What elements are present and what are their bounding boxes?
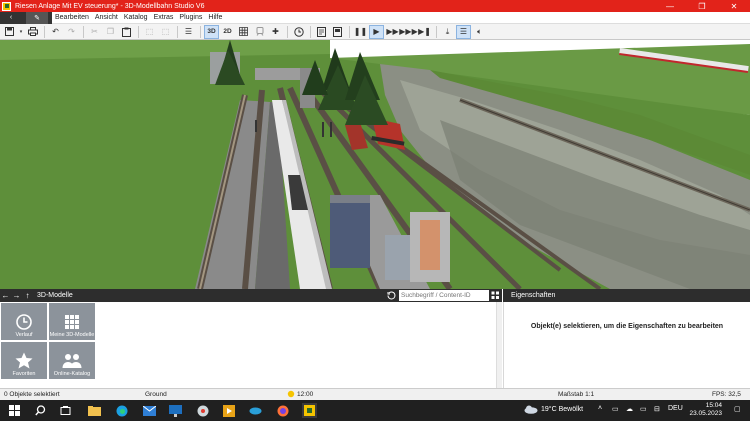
file-explorer-icon[interactable] [87,403,102,418]
train-icon[interactable] [252,25,267,39]
edit-mode-button[interactable]: ✎ [26,11,48,24]
tile-online-katalog[interactable]: Online-Katalog [49,342,95,379]
catalog-scrollbar[interactable] [496,302,502,388]
ungroup-icon[interactable]: ⬚ [158,25,173,39]
status-scale: Maßstab 1:1 [558,391,595,398]
tray-language[interactable]: DEU [668,405,683,412]
document-icon[interactable] [330,25,345,39]
add-icon[interactable]: ✚ [268,25,283,39]
status-layer: Ground [145,391,167,398]
minimize-button[interactable]: — [654,0,686,12]
properties-header: Eigenschaften [503,289,750,302]
tile-favoriten[interactable]: Favoriten [1,342,47,379]
task-view-icon[interactable] [58,403,73,418]
monitor-app-icon[interactable] [168,403,183,418]
fastest-forward-icon[interactable]: ▶▶▶ [399,25,417,39]
tray-network-icon[interactable]: ⊟ [654,405,660,413]
modellbahn-studio-taskbar-icon[interactable] [302,403,317,418]
media-app-icon[interactable] [195,403,210,418]
group-icon[interactable]: ⬚ [142,25,157,39]
undo-icon[interactable]: ↶ [48,25,63,39]
mail-icon[interactable] [142,403,157,418]
firefox-icon[interactable] [275,403,290,418]
tray-camera-icon[interactable]: ▭ [612,405,619,413]
play-icon[interactable]: ▶ [369,24,384,39]
clock-icon [16,314,32,330]
notification-icon[interactable]: ▢ [734,405,741,413]
menu-hilfe[interactable]: Hilfe [205,14,225,21]
pause-icon[interactable]: ❚❚ [353,25,368,39]
windows-taskbar: 19°C Bewölkt ˄ ▭ ☁ ▭ ⊟ DEU 15:04 23.05.2… [0,400,750,421]
save-dropdown-icon[interactable]: ▾ [18,25,24,39]
tile-meine-3d-modelle[interactable]: Meine 3D-Modelle [49,303,95,340]
menu-plugins[interactable]: Plugins [176,14,205,21]
menu-ansicht[interactable]: Ansicht [92,14,121,21]
save-icon[interactable] [2,25,17,39]
tray-chevron-icon[interactable]: ˄ [598,405,602,412]
speaker-icon[interactable]: 🔈︎ [472,25,487,39]
search-icon[interactable] [33,403,48,418]
clock-icon[interactable] [291,25,306,39]
menubar: ‹ ✎ Bearbeiten Ansicht Katalog Extras Pl… [0,11,750,24]
properties-hint: Objekt(e) selektieren, um die Eigenschaf… [530,323,724,330]
copy-icon[interactable]: ❐ [103,25,118,39]
people-icon [62,354,82,368]
tray-cloud-icon[interactable]: ☁ [626,405,633,413]
fast-forward-icon[interactable]: ▶▶ [385,25,400,39]
step-forward-icon[interactable]: ▶❚ [417,25,432,39]
3d-scene [0,40,750,289]
close-button[interactable]: ✕ [718,0,750,12]
properties-panel: Objekt(e) selektieren, um die Eigenschaf… [503,302,750,388]
windows-start-icon[interactable] [7,403,22,418]
catalog-back-icon[interactable]: ← [0,291,11,300]
cut-icon[interactable]: ✂ [87,25,102,39]
edge-browser-icon[interactable] [114,403,129,418]
star-icon [15,352,33,369]
catalog-up-icon[interactable]: ↑ [22,291,33,300]
cloud-icon [524,405,538,414]
search-clear-icon[interactable] [387,291,396,300]
window-titlebar: Riesen Anlage Mit EV steuerung* - 3D-Mod… [0,0,750,12]
catalog-title: 3D-Modelle [37,292,73,299]
download-icon[interactable]: ⤓ [440,25,455,39]
grid-icon [65,315,79,329]
view-toggle-icon[interactable] [491,291,500,300]
paste-icon[interactable] [119,25,134,39]
list-icon[interactable]: ☰ [181,25,196,39]
status-time: 12:00 [297,391,314,398]
restore-button[interactable]: ❐ [686,0,718,12]
back-button[interactable]: ‹ [0,11,22,24]
taskbar-clock[interactable]: 15:04 23.05.2023 [688,402,722,418]
status-fps: FPS: 32,5 [712,391,741,398]
sun-icon [287,390,295,400]
grid-icon[interactable] [236,25,251,39]
status-selection: 0 Objekte selektiert [4,391,60,398]
3d-viewport[interactable] [0,40,750,289]
catalog-forward-icon[interactable]: → [11,291,22,300]
script-icon[interactable] [314,25,329,39]
tile-verlauf[interactable]: Verlauf [1,303,47,340]
window-title: Riesen Anlage Mit EV steuerung* - 3D-Mod… [15,2,205,10]
track-layer-icon[interactable]: ☰ [456,24,471,39]
menu-extras[interactable]: Extras [151,14,177,21]
video-app-icon[interactable] [221,403,236,418]
search-input[interactable] [399,290,489,301]
weather-widget[interactable]: 19°C Bewölkt [524,405,583,414]
menu-katalog[interactable]: Katalog [121,14,151,21]
redo-icon[interactable]: ↷ [64,25,79,39]
app-logo-icon [2,1,11,11]
tray-battery-icon[interactable]: ▭ [640,405,647,413]
catalog-header: ← → ↑ 3D-Modelle [0,289,502,302]
statusbar: 0 Objekte selektiert Ground 12:00 Maßsta… [0,388,750,400]
menu-bearbeiten[interactable]: Bearbeiten [52,14,92,21]
view-2d-button[interactable]: 2D [220,25,235,39]
cloud-app-icon[interactable] [248,403,263,418]
catalog-panel: Verlauf Meine 3D-Modelle Favoriten Onlin… [0,302,502,388]
print-icon[interactable] [25,25,40,39]
view-3d-button[interactable]: 3D [204,24,219,39]
toolbar: ▾ ↶ ↷ ✂ ❐ ⬚ ⬚ ☰ 3D 2D ✚ ❚❚ ▶ ▶▶ ▶▶▶ ▶❚ ⤓… [0,24,750,40]
